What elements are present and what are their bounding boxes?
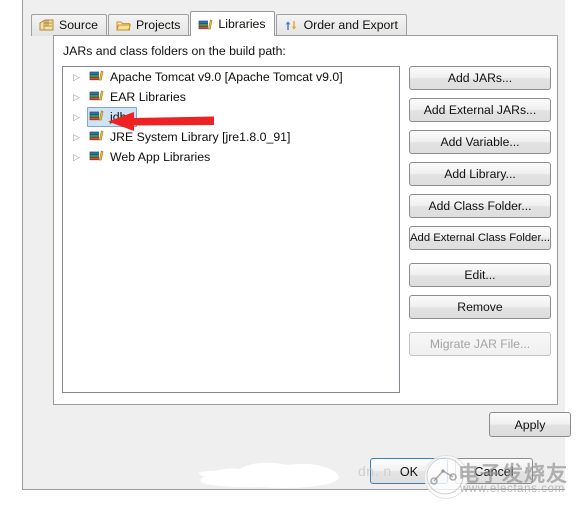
chevron-right-icon[interactable]: ▷	[73, 152, 87, 162]
library-icon	[89, 149, 105, 165]
tree-item-label: EAR Libraries	[110, 90, 186, 104]
library-icon	[89, 129, 105, 145]
tree-item-content: EAR Libraries	[87, 87, 190, 107]
tab-libraries-label: Libraries	[218, 16, 266, 31]
chevron-right-icon[interactable]: ▷	[73, 72, 87, 82]
tree-item-label: JRE System Library [jre1.8.0_91]	[110, 130, 291, 144]
tree-item-content: jdbc	[87, 107, 137, 127]
order-arrows-icon	[284, 19, 299, 32]
apply-button[interactable]: Apply	[489, 412, 571, 437]
tab-projects-label: Projects	[135, 18, 181, 33]
tab-projects[interactable]: Projects	[107, 14, 190, 36]
migrate-jar-file-button: Migrate JAR File...	[409, 332, 551, 356]
tree-row-selected[interactable]: ▷ jdbc	[63, 107, 399, 127]
chevron-right-icon[interactable]: ▷	[73, 112, 87, 122]
add-external-class-folder-button[interactable]: Add External Class Folder...	[409, 226, 551, 250]
eclipse-build-path-dialog: Source Projects Libraries Order and Expo…	[0, 0, 581, 507]
libraries-panel: JARs and class folders on the build path…	[53, 35, 558, 405]
tree-row[interactable]: ▷ Web App Libraries	[63, 147, 399, 167]
add-class-folder-button[interactable]: Add Class Folder...	[409, 194, 551, 218]
library-actions-column: Add JARs... Add External JARs... Add Var…	[409, 66, 551, 364]
tab-strip: Source Projects Libraries Order and Expo…	[31, 11, 558, 36]
library-icon	[89, 109, 105, 125]
library-icon	[89, 89, 105, 105]
cancel-button[interactable]: Cancel	[455, 458, 533, 484]
library-icon	[89, 69, 105, 85]
chevron-right-icon[interactable]: ▷	[73, 92, 87, 102]
tab-source[interactable]: Source	[31, 14, 107, 36]
tree-item-content: Apache Tomcat v9.0 [Apache Tomcat v9.0]	[87, 67, 347, 87]
panel-title: JARs and class folders on the build path…	[63, 44, 286, 58]
tab-order-and-export-label: Order and Export	[303, 18, 398, 33]
books-icon	[198, 18, 213, 31]
dialog-body: Source Projects Libraries Order and Expo…	[22, 0, 571, 490]
tree-item-label: Apache Tomcat v9.0 [Apache Tomcat v9.0]	[110, 70, 343, 84]
tree-row[interactable]: ▷ Apache Tomcat v9.0 [Apache Tomcat v9.0…	[63, 67, 399, 87]
tree-row[interactable]: ▷ EAR Libraries	[63, 87, 399, 107]
add-library-button[interactable]: Add Library...	[409, 162, 551, 186]
remove-button[interactable]: Remove	[409, 295, 551, 319]
build-path-tree[interactable]: ▷ Apache Tomcat v9.0 [Apache Tomcat v9.0…	[62, 66, 400, 393]
tree-item-content: JRE System Library [jre1.8.0_91]	[87, 127, 294, 147]
tree-item-content: Web App Libraries	[87, 147, 214, 167]
folder-icon	[116, 19, 132, 32]
chevron-right-icon[interactable]: ▷	[73, 132, 87, 142]
tab-libraries[interactable]: Libraries	[190, 11, 275, 36]
tab-order-and-export[interactable]: Order and Export	[275, 14, 407, 36]
tree-item-label: jdbc	[110, 110, 133, 124]
tab-source-label: Source	[59, 18, 98, 33]
package-icon	[39, 19, 54, 32]
edit-button[interactable]: Edit...	[409, 263, 551, 287]
background-faint-text: dn. n	[358, 463, 392, 479]
add-variable-button[interactable]: Add Variable...	[409, 130, 551, 154]
add-external-jars-button[interactable]: Add External JARs...	[409, 98, 551, 122]
add-jars-button[interactable]: Add JARs...	[409, 66, 551, 90]
tree-item-label: Web App Libraries	[110, 150, 211, 164]
tree-row[interactable]: ▷ JRE System Library [jre1.8.0_91]	[63, 127, 399, 147]
dialog-bottom-divider	[22, 489, 565, 490]
